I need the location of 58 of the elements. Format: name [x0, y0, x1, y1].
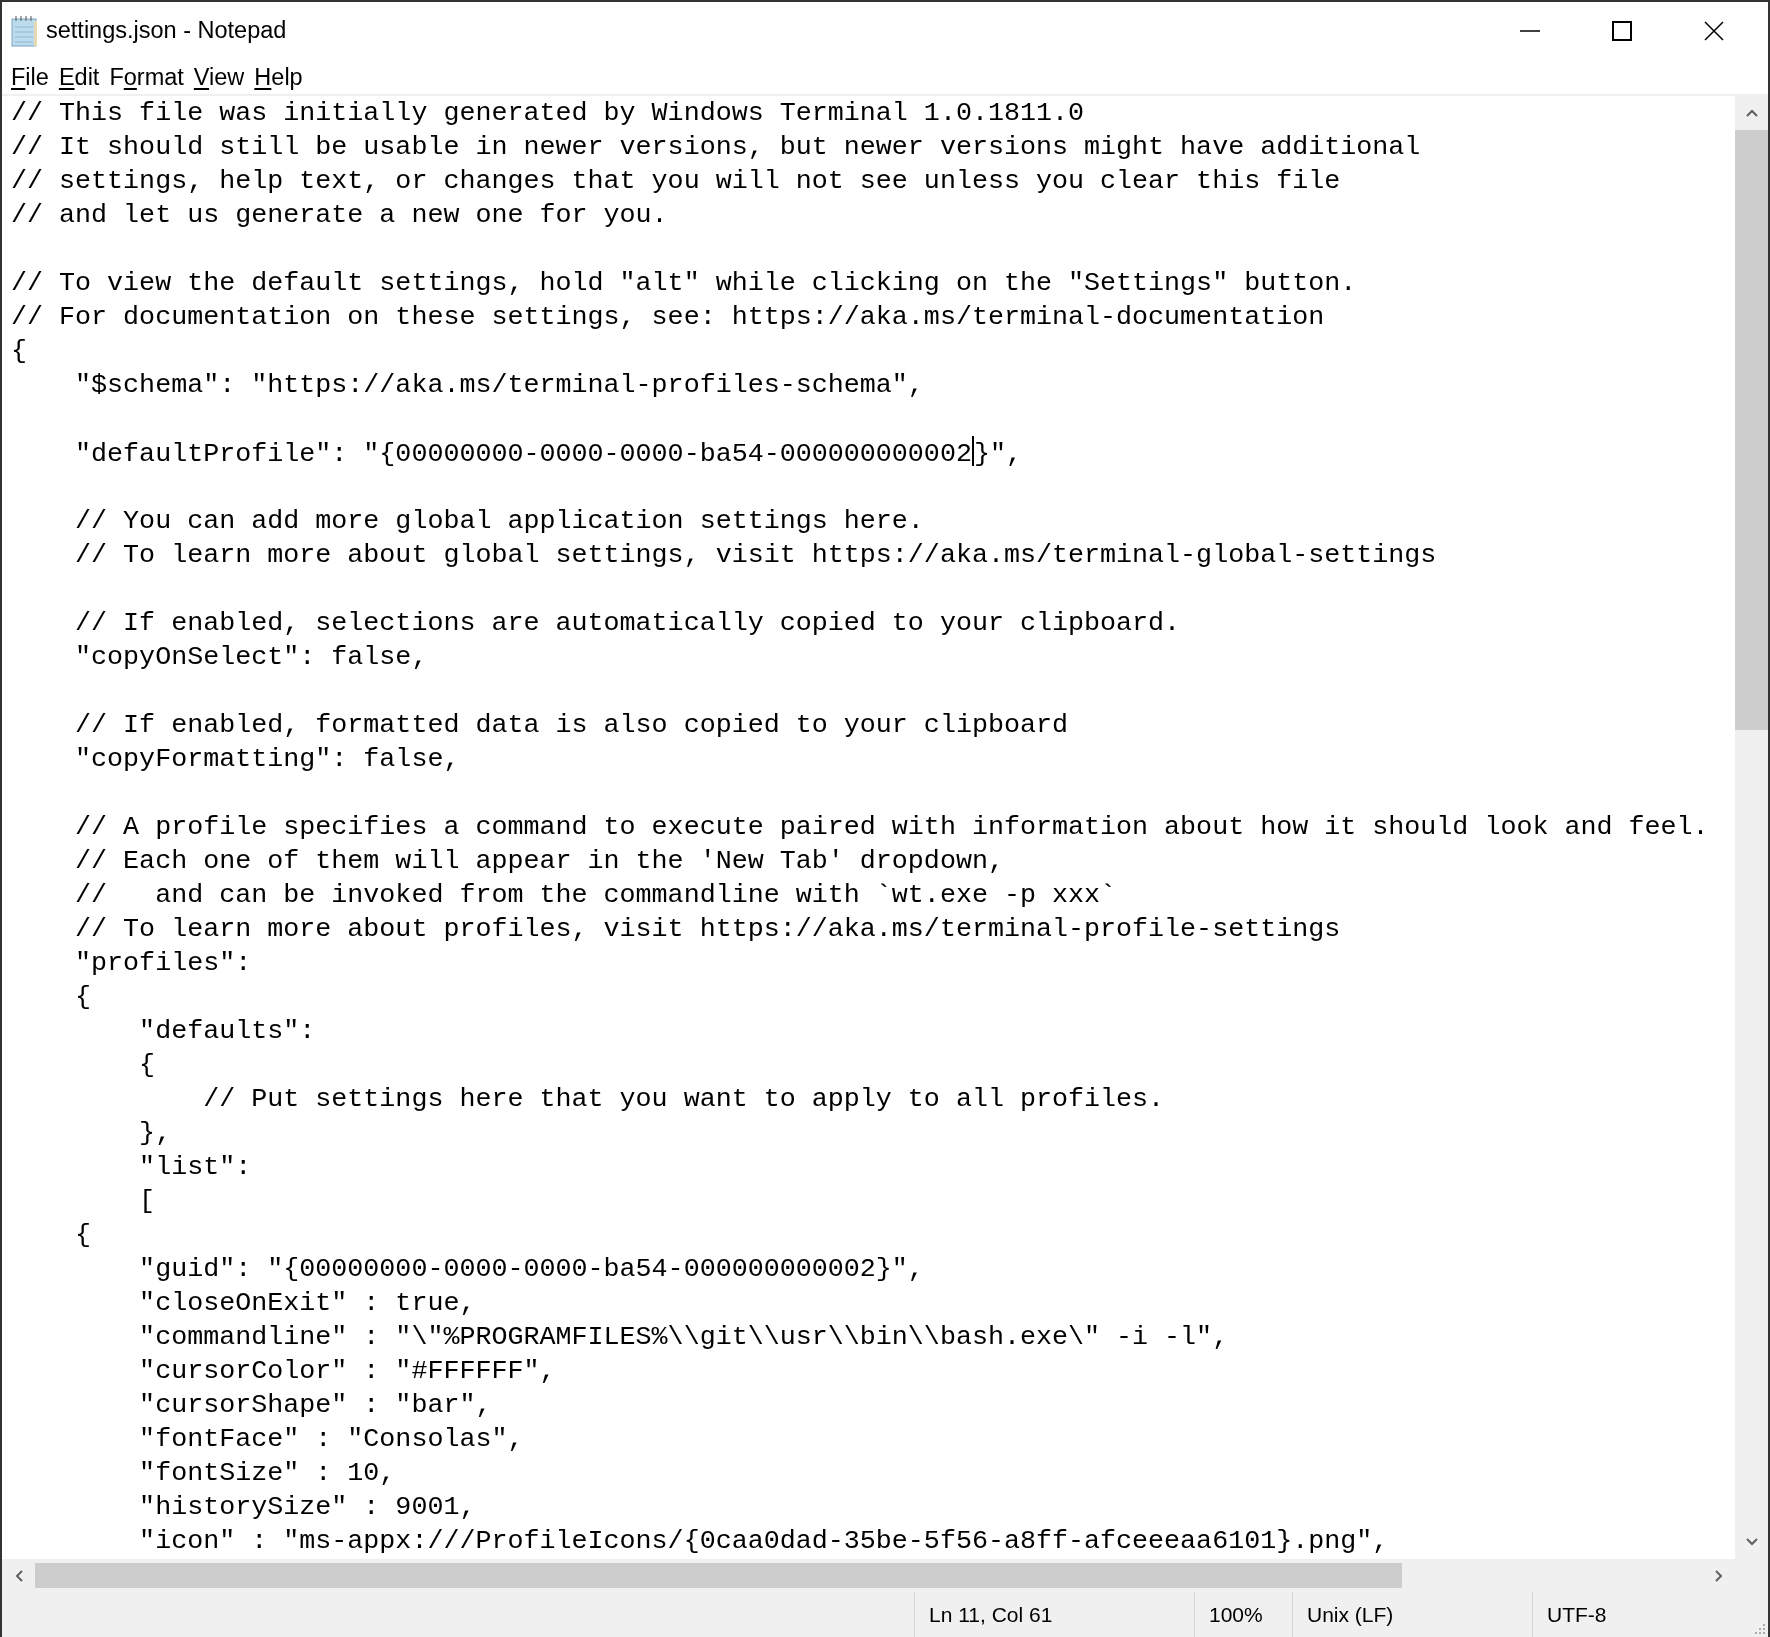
code-line: // If enabled, formatted data is also copied to your clipboard [74, 709, 1069, 742]
code-line: { [74, 981, 93, 1014]
code-line: }, [138, 1117, 173, 1150]
resize-grip-icon [1752, 1621, 1766, 1635]
menu-item[interactable]: View [190, 61, 252, 93]
code-line: // settings, help text, or changes that you will not see unless you clear this file [11, 165, 1342, 198]
code-line: { [138, 1049, 157, 1082]
chevron-right-icon [1714, 1570, 1723, 1582]
code-line: // and let us generate a new one for you. [11, 199, 669, 232]
code-line: // To learn more about global settings, visit https://aka.ms/terminal-global-settings [74, 539, 1438, 572]
line-ending: Unix (LF) [1307, 1601, 1394, 1628]
code-line: "guid": "{00000000-0000-0000-ba54-000000000002}", [138, 1253, 925, 1286]
code-line: "cursorColor" : "#FFFFFF", [138, 1355, 557, 1388]
code-line: // For documentation on these settings, see: https://aka.ms/terminal-documentation [11, 301, 1326, 334]
notepad-icon [10, 15, 40, 47]
code-line: // Put settings here that you want to apply to all profiles. [202, 1083, 1166, 1116]
code-line: // This file was initially generated by Windows Terminal 1.0.1811.0 [11, 97, 1085, 130]
code-line: "list": [138, 1151, 253, 1184]
code-line: "copyFormatting": false, [74, 743, 461, 776]
code-line: // To view the default settings, hold "alt" while clicking on the "Settings" button. [11, 267, 1358, 300]
code-line: "historySize" : 9001, [138, 1491, 477, 1524]
code-line: "profiles": [74, 947, 253, 980]
code-line: "$schema": "https://aka.ms/terminal-profiles-schema", [74, 369, 925, 402]
code-line: { [11, 335, 28, 368]
code-line: "commandline" : "\"%PROGRAMFILES%\\git\\usr\\bin\\bash.exe\" -i -l", [138, 1321, 1230, 1354]
menu-item[interactable]: Help [251, 61, 310, 93]
code-line: "defaults": [138, 1015, 317, 1048]
window-title: settings.json - Notepad [46, 16, 287, 46]
code-line: // Each one of them will appear in the 'New Tab' dropdown, [74, 845, 1005, 878]
menu-item[interactable]: Format [106, 61, 191, 93]
code-line: "fontSize" : 10, [138, 1457, 397, 1490]
code-line: "copyOnSelect": false, [74, 641, 429, 674]
code-line: "closeOnExit" : true, [138, 1287, 477, 1320]
code-line: // and can be invoked from the commandline with `wt.exe -p xxx` [74, 879, 1118, 912]
code-line: "fontFace" : "Consolas", [138, 1423, 525, 1456]
menu-item[interactable]: File [8, 61, 56, 93]
code-line: // If enabled, selections are automatically copied to your clipboard. [74, 607, 1182, 640]
code-line: // It should still be usable in newer versions, but newer versions might have additional [11, 131, 1422, 164]
maximize-icon [1612, 21, 1632, 41]
code-line: { [74, 1219, 93, 1252]
minimize-icon [1520, 30, 1540, 32]
cursor-position: Ln 11, Col 61 [929, 1601, 1053, 1628]
menu-item[interactable]: Edit [55, 61, 107, 93]
encoding: UTF-8 [1547, 1601, 1607, 1628]
chevron-down-icon [1745, 1538, 1758, 1546]
scrollbar-thumb[interactable] [35, 1563, 1402, 1588]
code-line: // A profile specifies a command to execute paired with information about how it should look and feel. [74, 811, 1710, 844]
code-line: // You can add more global application settings here. [74, 505, 925, 538]
code-line: "cursorShape" : "bar", [138, 1389, 493, 1422]
code-line: "icon" : "ms-appx:///ProfileIcons/{0caa0dad-35be-5f56-a8ff-afceeeaa6101}.png", [138, 1525, 1390, 1558]
scrollbar-thumb[interactable] [1735, 130, 1768, 730]
zoom-level: 100% [1209, 1601, 1263, 1628]
chevron-up-icon [1745, 109, 1758, 117]
chevron-left-icon [14, 1570, 23, 1582]
code-line: "defaultProfile": "{00000000-0000-0000-ba54-000000000002}", [11, 436, 1735, 470]
close-icon [1704, 21, 1724, 41]
code-line: [ [138, 1185, 157, 1218]
code-line: // To learn more about profiles, visit https://aka.ms/terminal-profile-settings [74, 913, 1342, 946]
